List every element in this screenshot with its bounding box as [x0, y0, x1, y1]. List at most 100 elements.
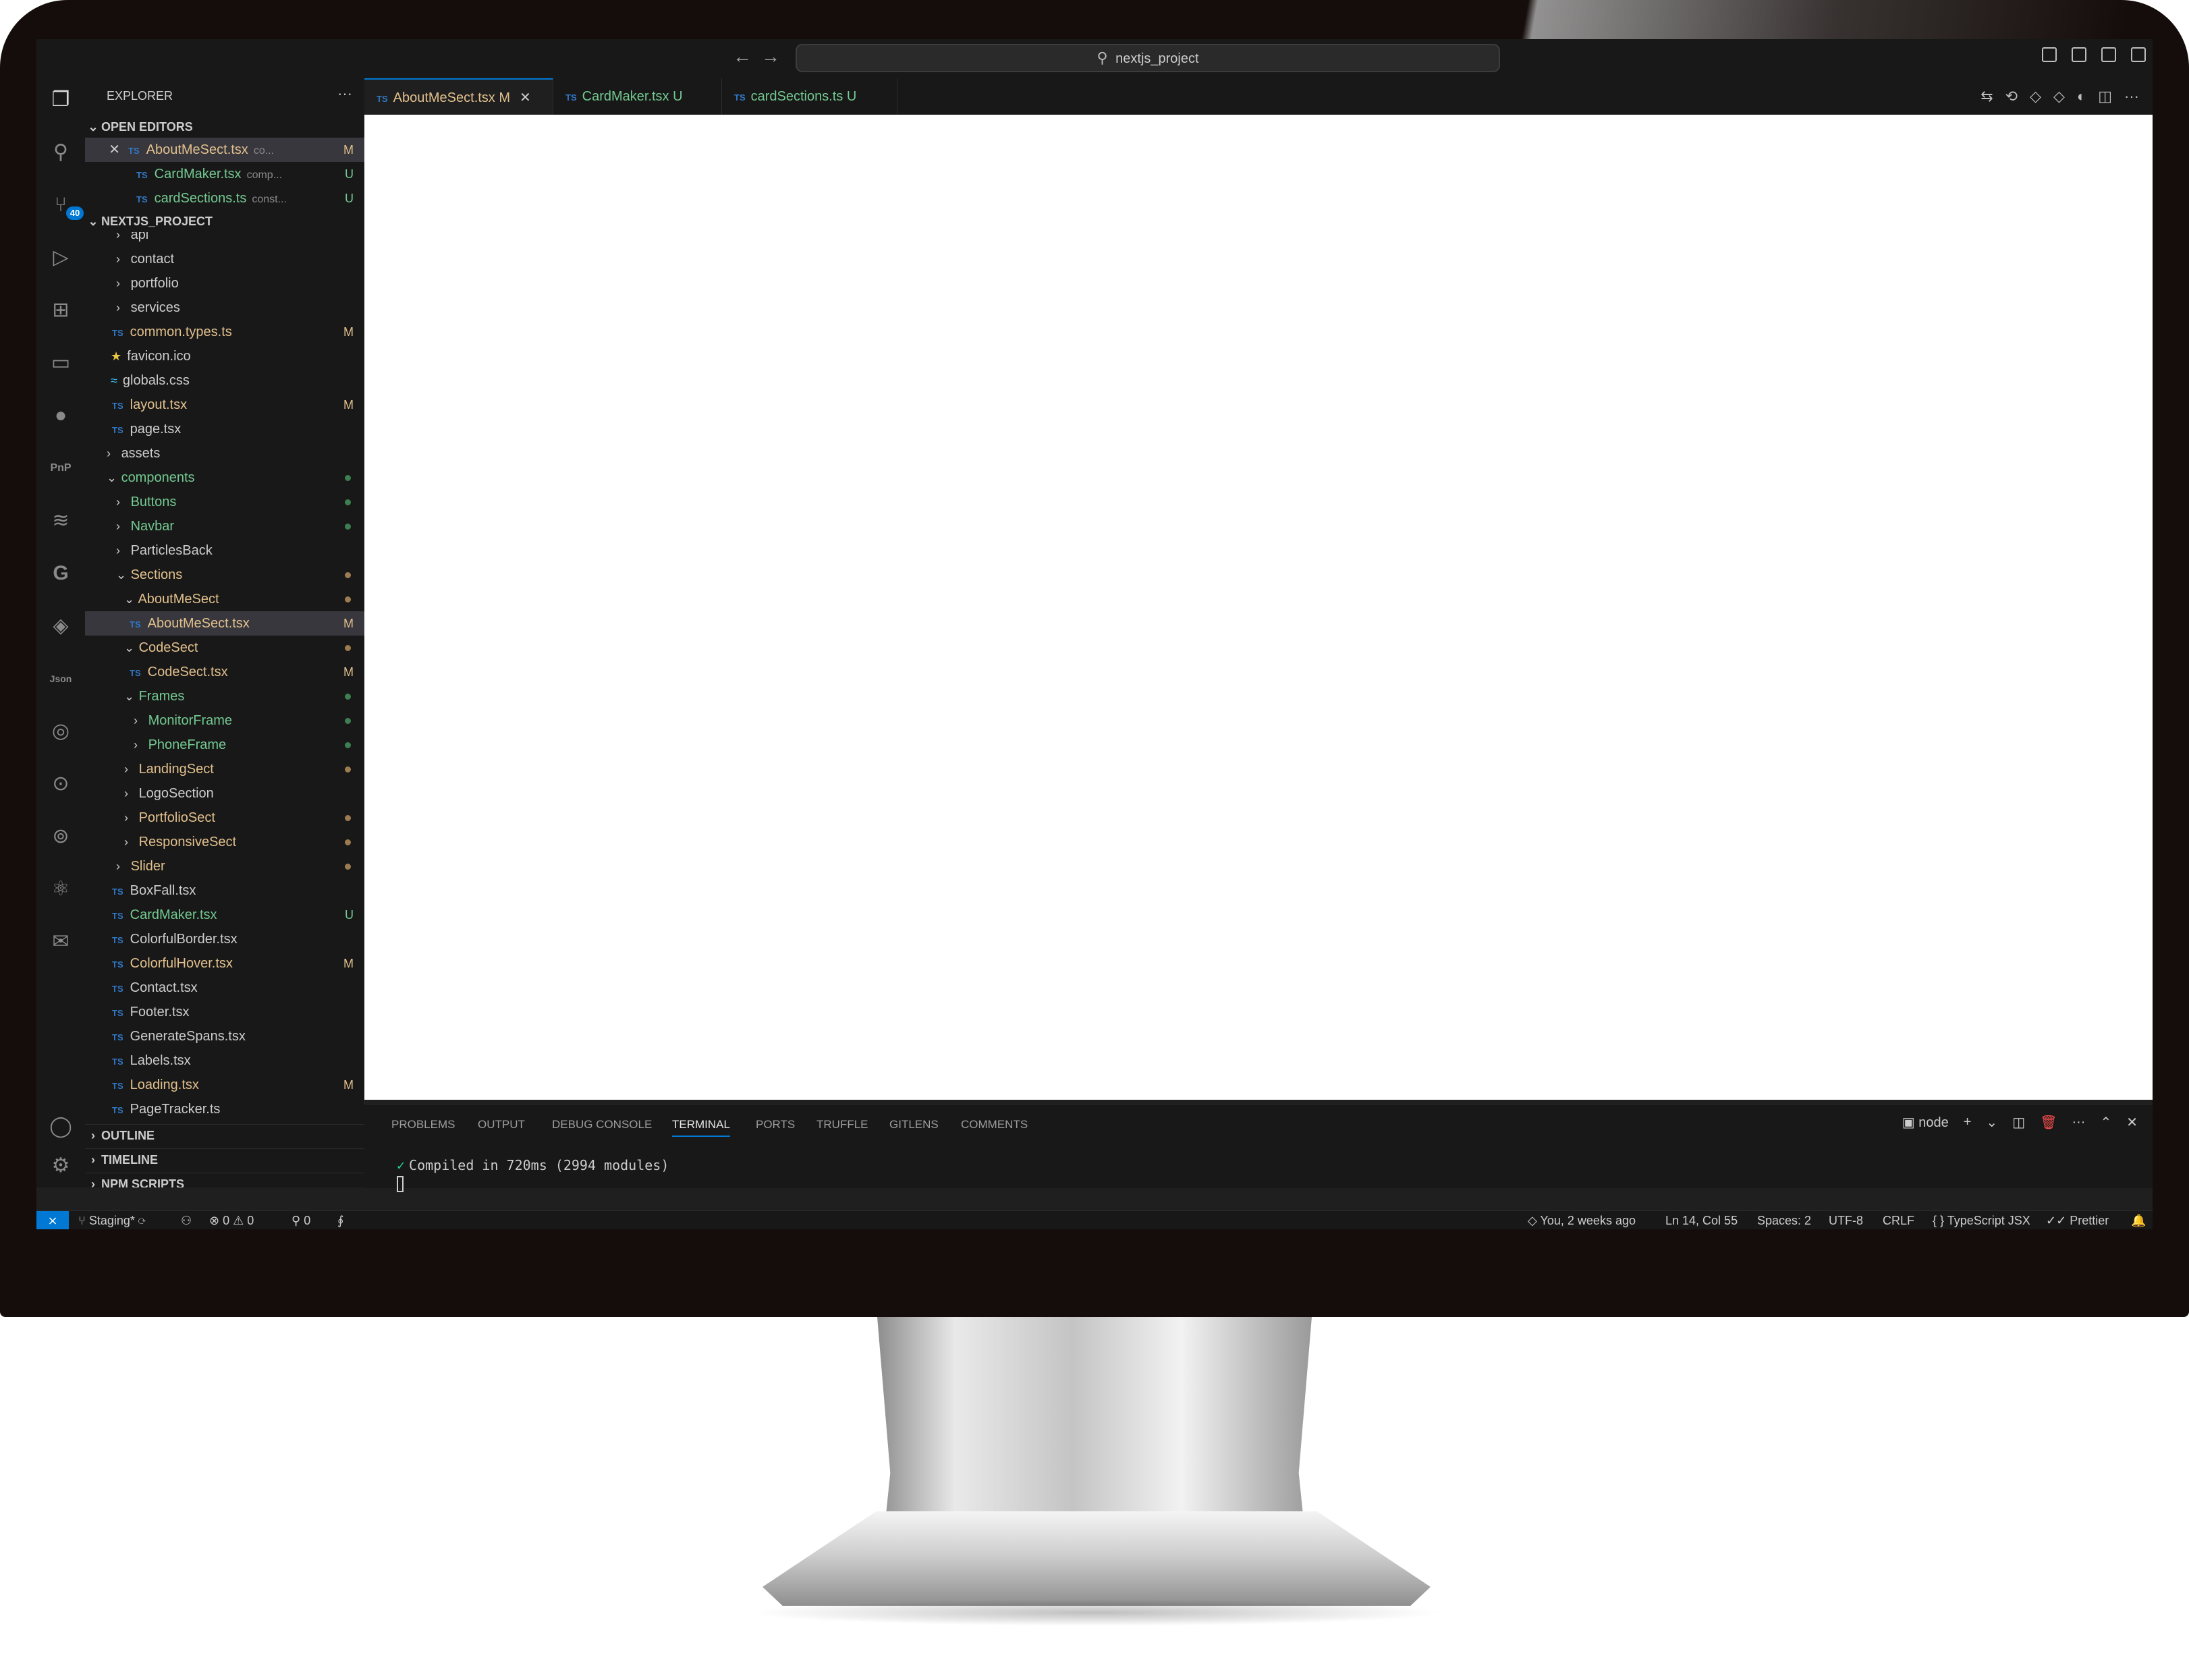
new-terminal-icon[interactable]: +	[1964, 1115, 1972, 1130]
tree-folder[interactable]: › MonitorFrame	[85, 708, 364, 733]
tree-folder[interactable]: › api	[85, 232, 364, 247]
tab-ports[interactable]: PORTS	[756, 1118, 795, 1131]
next-change-icon[interactable]: ◇	[2053, 88, 2065, 105]
react-icon[interactable]: ⚛	[49, 877, 73, 901]
customize-layout-icon[interactable]	[2131, 47, 2146, 62]
tree-folder[interactable]: › PhoneFrame	[85, 733, 364, 757]
formatter[interactable]: ✓✓ Prettier	[2046, 1211, 2109, 1229]
tree-folder[interactable]: › Slider	[85, 854, 364, 878]
tree-file[interactable]: TS CodeSect.tsx M	[85, 660, 364, 684]
gitlens-status-icon[interactable]: ⚇	[181, 1211, 192, 1229]
tree-folder[interactable]: › ResponsiveSect	[85, 830, 364, 854]
explorer-icon[interactable]: ❐	[49, 88, 73, 112]
command-center-search[interactable]: ⚲ nextjs_project	[796, 44, 1500, 72]
tree-folder[interactable]: › PortfolioSect	[85, 806, 364, 830]
more-actions-icon[interactable]: ···	[2072, 1115, 2085, 1130]
tab-terminal[interactable]: TERMINAL	[672, 1118, 730, 1137]
terminal-shell-selector[interactable]: ▣ node	[1902, 1114, 1949, 1131]
tree-folder[interactable]: ⌄ CodeSect	[85, 636, 364, 660]
tab-cardsections[interactable]: TS cardSections.ts U	[722, 78, 897, 115]
terminal-cursor[interactable]	[397, 1176, 404, 1196]
tree-file[interactable]: ≈ globals.css	[85, 368, 364, 393]
tree-folder[interactable]: › assets	[85, 441, 364, 466]
problems-item[interactable]: ⊗ 0 ⚠ 0	[209, 1211, 254, 1229]
json-icon[interactable]: Json	[49, 667, 73, 691]
tree-file[interactable]: TS CardMaker.tsx U	[85, 903, 364, 927]
back-arrow-icon[interactable]: ←	[733, 46, 752, 67]
revert-icon[interactable]: ⟲	[2005, 88, 2018, 105]
tree-folder[interactable]: › LogoSection	[85, 781, 364, 806]
tree-folder[interactable]: ⌄ Frames	[85, 684, 364, 708]
tree-file[interactable]: TS ColorfulBorder.tsx	[85, 927, 364, 951]
extensions-icon[interactable]: ⊞	[49, 298, 73, 323]
tab-debug-console[interactable]: DEBUG CONSOLE	[552, 1118, 652, 1131]
tab-gitlens[interactable]: GITLENS	[889, 1118, 939, 1131]
branch-item[interactable]: ⑂ Staging* ⟳	[78, 1211, 146, 1229]
tree-folder[interactable]: › Buttons	[85, 490, 364, 514]
git-graph-icon[interactable]: ⊙	[49, 772, 73, 796]
indentation[interactable]: Spaces: 2	[1757, 1211, 1811, 1229]
tab-truffle[interactable]: TRUFFLE	[816, 1118, 868, 1131]
remote-explorer-icon[interactable]: ▭	[49, 351, 73, 375]
close-icon[interactable]: ✕	[520, 90, 531, 105]
open-editor-item[interactable]: ✕ TS AboutMeSect.tsx co... M	[85, 138, 364, 162]
npm-scripts-header[interactable]: › NPM SCRIPTS	[85, 1173, 364, 1187]
toggle-panel-icon[interactable]	[2072, 47, 2086, 62]
tree-file[interactable]: TS AboutMeSect.tsx M	[85, 611, 364, 636]
tree-file[interactable]: TS layout.tsx M	[85, 393, 364, 417]
run-debug-icon[interactable]: ▷	[49, 246, 73, 270]
chevron-down-icon[interactable]: ⌄	[1986, 1114, 1997, 1131]
editor-content[interactable]	[364, 115, 2153, 1100]
previous-change-icon[interactable]: ◇	[2030, 88, 2041, 105]
ai-assistant-icon[interactable]: ◎	[49, 719, 73, 744]
account-icon[interactable]: ◯	[49, 1115, 73, 1139]
tree-file[interactable]: ★ favicon.ico	[85, 344, 364, 368]
tree-folder[interactable]: ⌄ components	[85, 466, 364, 490]
code-chat-icon[interactable]: ✉	[49, 930, 73, 954]
open-editor-item[interactable]: TS cardSections.ts const... U	[85, 186, 364, 211]
tree-folder[interactable]: › contact	[85, 247, 364, 271]
timeline-search-icon[interactable]: ⊚	[49, 824, 73, 849]
line-ending[interactable]: CRLF	[1883, 1211, 1914, 1229]
tree-file[interactable]: TS Labels.tsx	[85, 1048, 364, 1073]
notifications-icon[interactable]: 🔔	[2131, 1211, 2146, 1229]
tab-problems[interactable]: PROBLEMS	[391, 1118, 455, 1131]
close-icon[interactable]: ✕	[85, 138, 120, 162]
pnp-icon[interactable]: PnP	[49, 456, 73, 480]
tab-output[interactable]: OUTPUT	[478, 1118, 525, 1131]
tree-folder[interactable]: › Navbar	[85, 514, 364, 538]
tree-folder[interactable]: › ParticlesBack	[85, 538, 364, 563]
project-header[interactable]: ⌄ NEXTJS_PROJECT	[85, 211, 364, 232]
toggle-primary-sidebar-icon[interactable]	[2042, 47, 2057, 62]
tree-file[interactable]: TS ColorfulHover.tsx M	[85, 951, 364, 976]
compare-changes-icon[interactable]: ⇆	[1980, 88, 1993, 105]
timeline-header[interactable]: › TIMELINE	[85, 1148, 364, 1171]
tree-file[interactable]: TS GenerateSpans.tsx	[85, 1024, 364, 1048]
figma-icon[interactable]: ◈	[49, 614, 73, 638]
tree-folder[interactable]: ⌄ AboutMeSect	[85, 587, 364, 611]
tree-folder[interactable]: ⌄ Sections	[85, 563, 364, 587]
tab-aboutmesect[interactable]: TS AboutMeSect.tsx M ✕	[364, 78, 553, 115]
more-actions-icon[interactable]: ···	[2124, 88, 2139, 105]
forward-arrow-icon[interactable]: →	[761, 46, 780, 67]
tree-folder[interactable]: › LandingSect	[85, 757, 364, 781]
trash-icon[interactable]: 🗑	[2040, 1114, 2057, 1131]
cursor-position[interactable]: Ln 14, Col 55	[1665, 1211, 1738, 1229]
open-editors-header[interactable]: ⌄ OPEN EDITORS	[85, 116, 364, 138]
docker-icon[interactable]: ≋	[49, 509, 73, 533]
gitkraken-icon[interactable]: G	[49, 561, 73, 586]
open-editor-item[interactable]: TS CardMaker.tsx comp... U	[85, 162, 364, 186]
more-actions-icon[interactable]: ···	[337, 85, 352, 103]
encoding[interactable]: UTF-8	[1829, 1211, 1863, 1229]
tree-file[interactable]: TS PageTracker.ts	[85, 1097, 364, 1121]
ports-item[interactable]: ⚲ 0	[292, 1211, 310, 1229]
maximize-panel-icon[interactable]: ⌃	[2100, 1114, 2111, 1131]
outline-header[interactable]: › OUTLINE	[85, 1124, 364, 1146]
split-editor-icon[interactable]: ◫	[2098, 88, 2112, 105]
search-icon[interactable]: ⚲	[49, 140, 73, 165]
tree-file[interactable]: TS common.types.ts M	[85, 320, 364, 344]
tree-folder[interactable]: › services	[85, 296, 364, 320]
remote-icon[interactable]: ⨯	[36, 1211, 69, 1229]
tree-file[interactable]: TS Footer.tsx	[85, 1000, 364, 1024]
close-panel-icon[interactable]: ✕	[2126, 1114, 2138, 1131]
